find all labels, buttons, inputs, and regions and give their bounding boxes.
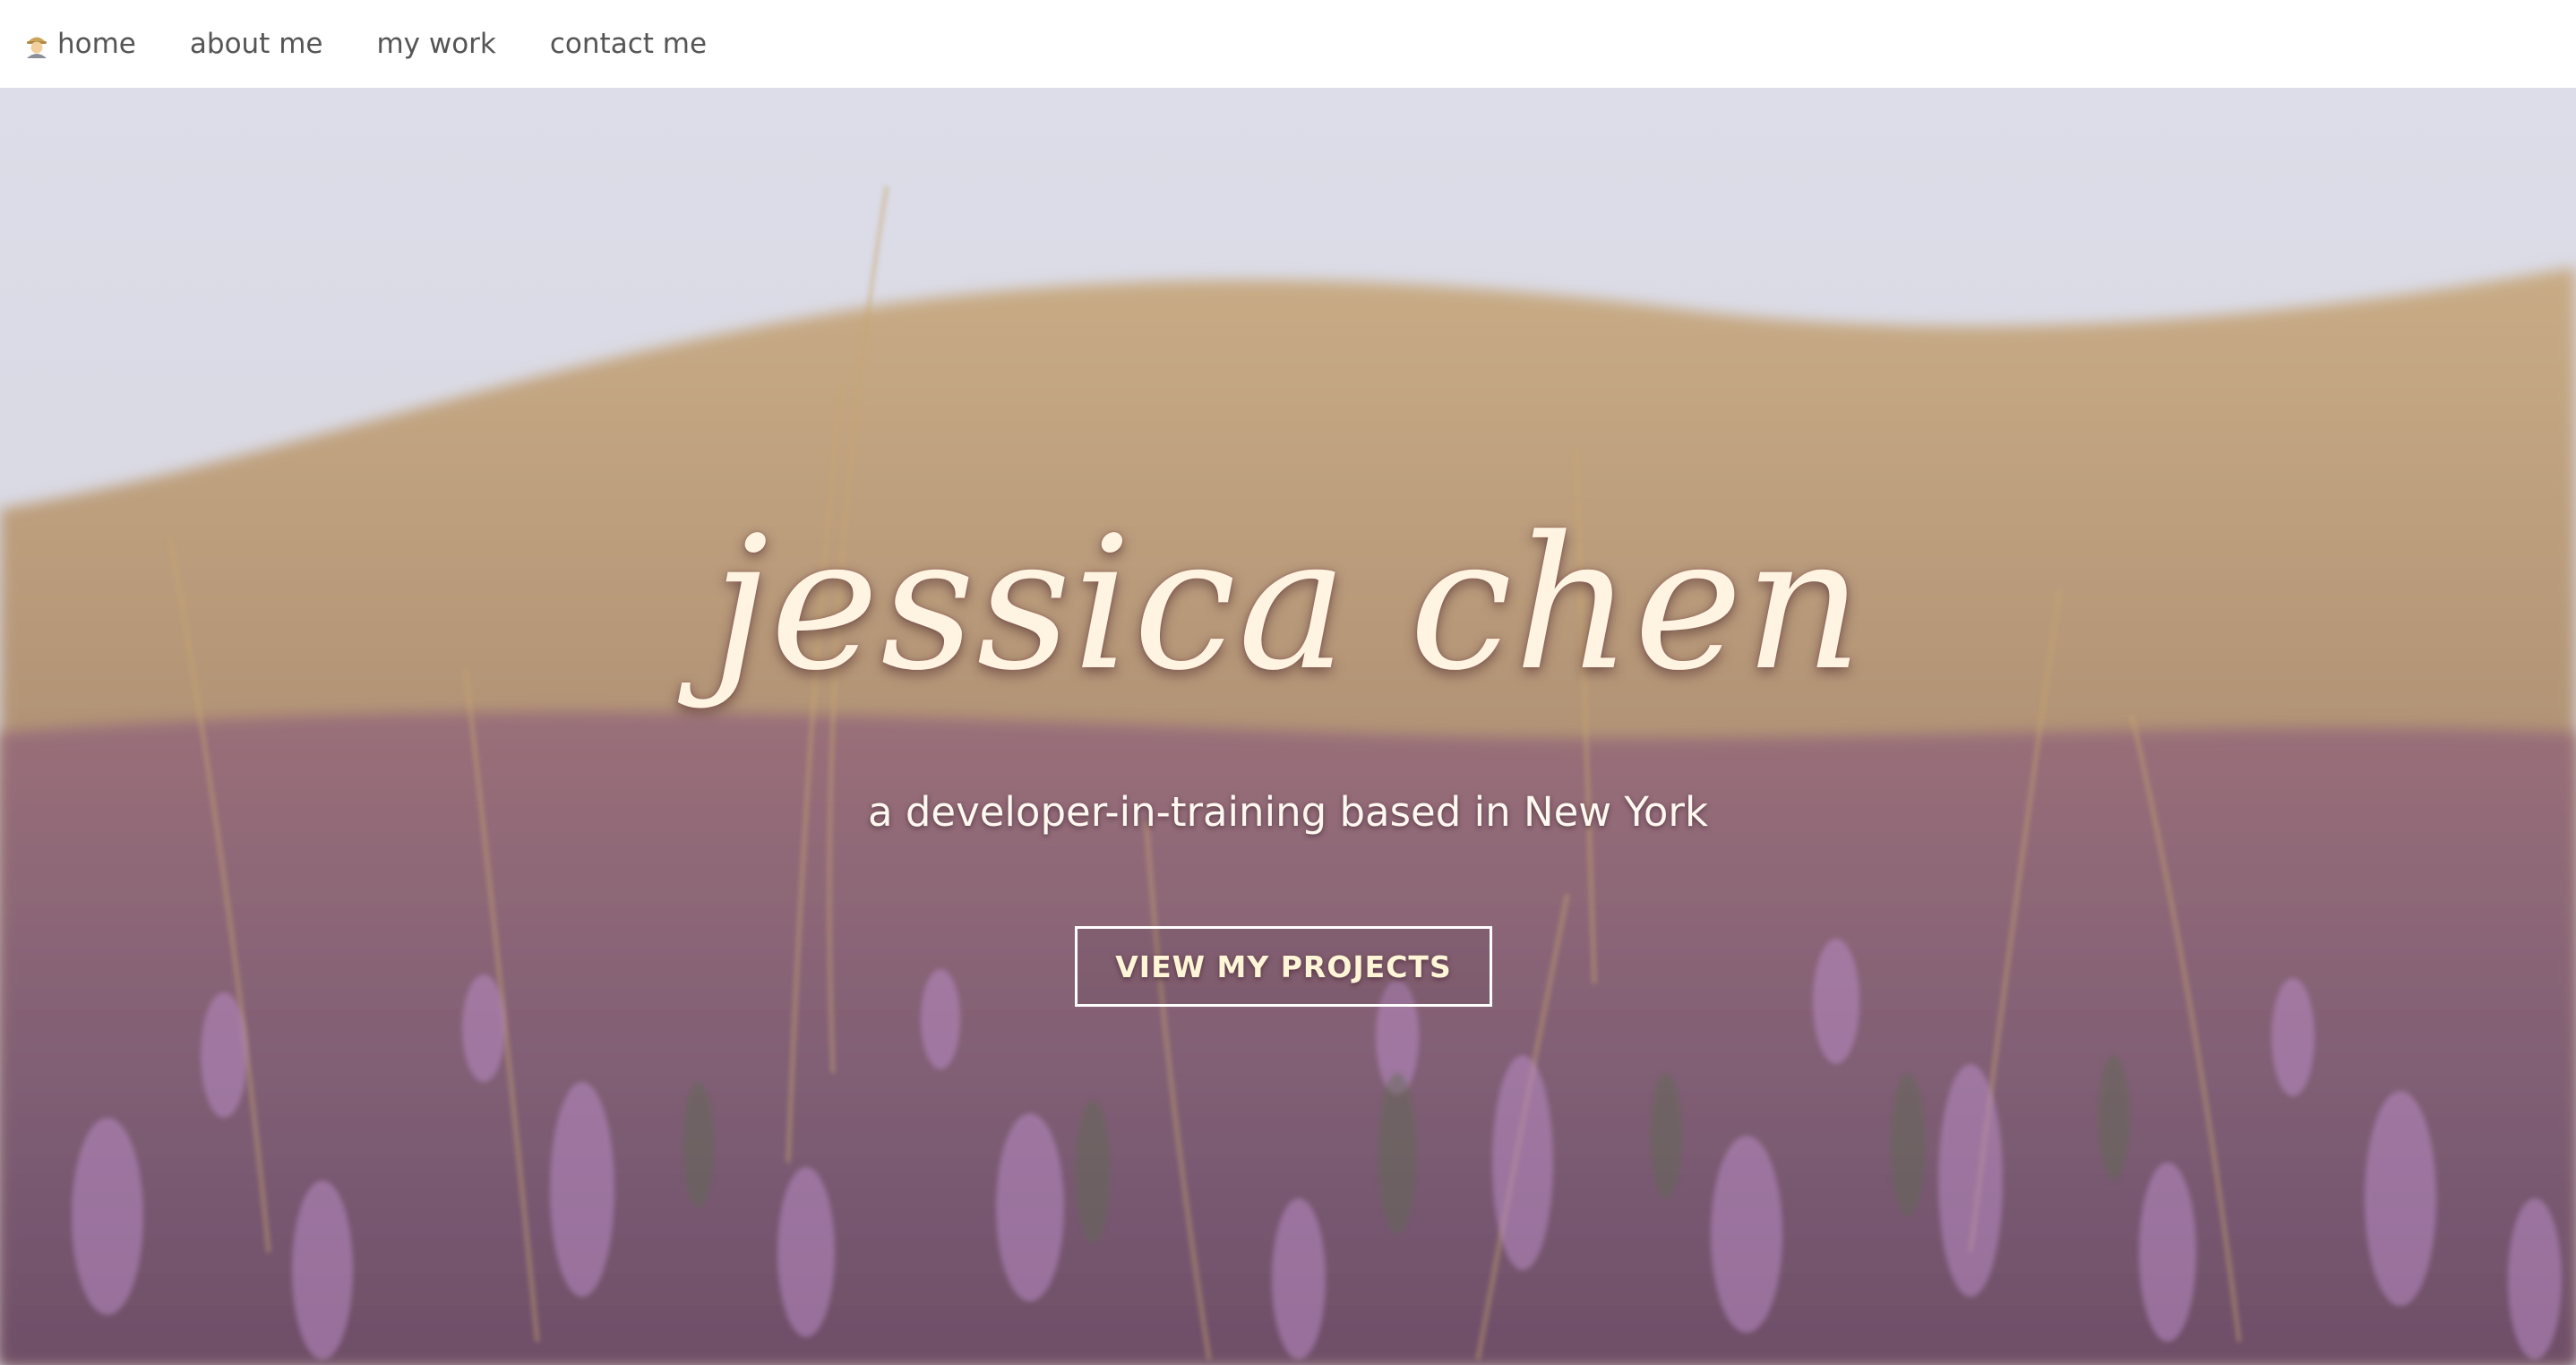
- nav-contact-link[interactable]: contact me: [550, 28, 707, 60]
- hero-background-image: [0, 88, 2576, 1365]
- person-emoji-icon: [23, 30, 50, 58]
- nav-about-link[interactable]: about me: [190, 28, 323, 60]
- hero-title: jessica chen: [711, 498, 1865, 711]
- top-navbar: home about me my work contact me: [0, 0, 2576, 88]
- nav-home-link[interactable]: home: [23, 28, 136, 60]
- nav-work-link[interactable]: my work: [376, 28, 495, 60]
- hero-subtitle: a developer-in-training based in New Yor…: [867, 788, 1708, 836]
- view-projects-button[interactable]: VIEW MY PROJECTS: [1075, 926, 1492, 1007]
- hero-section: jessica chen a developer-in-training bas…: [0, 88, 2576, 1365]
- nav-home-label: home: [57, 28, 136, 60]
